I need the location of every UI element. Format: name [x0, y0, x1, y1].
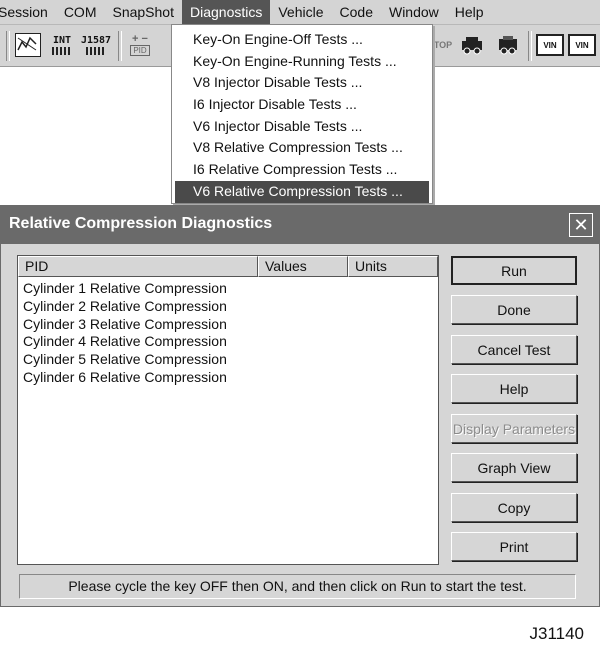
toolbar-separator [6, 31, 10, 61]
j1587-button[interactable]: J1587 [80, 31, 112, 59]
list-item[interactable]: Cylinder 3 Relative Compression [23, 316, 227, 334]
list-body: Cylinder 1 Relative Compression Cylinder… [23, 280, 227, 387]
menu-snapshot[interactable]: SnapShot [104, 0, 182, 24]
menu-item-i6-injector-disable[interactable]: I6 Injector Disable Tests ... [172, 94, 432, 116]
column-header-values[interactable]: Values [258, 256, 348, 277]
list-item[interactable]: Cylinder 5 Relative Compression [23, 351, 227, 369]
menu-item-v6-relative-compression[interactable]: V6 Relative Compression Tests ... [175, 180, 429, 203]
list-item[interactable]: Cylinder 6 Relative Compression [23, 369, 227, 387]
list-item[interactable]: Cylinder 1 Relative Compression [23, 280, 227, 298]
vehicle-test-button[interactable] [494, 31, 522, 59]
list-item[interactable]: Cylinder 2 Relative Compression [23, 298, 227, 316]
menu-item-v8-injector-disable[interactable]: V8 Injector Disable Tests ... [172, 72, 432, 94]
vin-read-button[interactable]: VIN [536, 31, 564, 59]
vin-write-button[interactable]: VIN [568, 31, 596, 59]
column-header-pid[interactable]: PID [18, 256, 258, 277]
vin-icon: VIN [536, 34, 564, 56]
column-header-units[interactable]: Units [348, 256, 438, 277]
int-icon-label: INT [52, 34, 72, 46]
toolbar-separator [528, 31, 532, 61]
dialog-title: Relative Compression Diagnostics [9, 215, 273, 232]
relative-compression-dialog: Relative Compression Diagnostics ✕ PID V… [0, 205, 600, 607]
list-item[interactable]: Cylinder 4 Relative Compression [23, 333, 227, 351]
menu-bar: Session COM SnapShot Diagnostics Vehicle… [0, 0, 600, 25]
cancel-test-button[interactable]: Cancel Test [451, 335, 577, 364]
vin-edit-icon: VIN [568, 34, 596, 56]
engine-icon [460, 35, 484, 55]
scope-button[interactable] [14, 31, 42, 59]
menu-window[interactable]: Window [381, 0, 447, 24]
menu-com[interactable]: COM [56, 0, 105, 24]
plus-minus-icon: + − [132, 33, 148, 45]
menu-item-koeo-tests[interactable]: Key-On Engine-Off Tests ... [172, 29, 432, 51]
status-bar: Please cycle the key OFF then ON, and th… [19, 574, 576, 599]
engine-test-button[interactable] [458, 31, 486, 59]
menu-code[interactable]: Code [332, 0, 381, 24]
dialog-title-bar[interactable]: Relative Compression Diagnostics ✕ [1, 206, 599, 244]
add-pid-button[interactable]: + − PID [126, 31, 154, 59]
done-button[interactable]: Done [451, 295, 577, 324]
copy-button[interactable]: Copy [451, 493, 577, 522]
int-icon: INT [52, 34, 72, 55]
menu-item-i6-relative-compression[interactable]: I6 Relative Compression Tests ... [172, 159, 432, 181]
menu-diagnostics[interactable]: Diagnostics [181, 0, 271, 24]
pid-icon-label: PID [130, 45, 150, 56]
pid-icon: + − PID [130, 33, 150, 56]
connector-pins [52, 46, 72, 55]
pid-list[interactable]: PID Values Units Cylinder 1 Relative Com… [17, 255, 439, 565]
run-button[interactable]: Run [451, 256, 577, 285]
menu-item-v8-relative-compression[interactable]: V8 Relative Compression Tests ... [172, 137, 432, 159]
display-parameters-button[interactable]: Display Parameters [451, 414, 577, 443]
list-header: PID Values Units [18, 256, 438, 277]
close-icon: ✕ [573, 215, 589, 235]
int-button[interactable]: INT [48, 31, 76, 59]
print-button[interactable]: Print [451, 532, 577, 561]
figure-code: J31140 [529, 624, 584, 643]
menu-session[interactable]: Session [0, 0, 56, 24]
j1587-icon: J1587 [80, 34, 112, 55]
menu-item-v6-injector-disable[interactable]: V6 Injector Disable Tests ... [172, 116, 432, 138]
graph-view-button[interactable]: Graph View [451, 453, 577, 482]
menu-item-koer-tests[interactable]: Key-On Engine-Running Tests ... [172, 51, 432, 73]
vehicle-icon [496, 35, 520, 55]
menu-help[interactable]: Help [447, 0, 492, 24]
connector-pins [86, 46, 106, 55]
diagnostics-menu: Key-On Engine-Off Tests ... Key-On Engin… [171, 24, 433, 204]
toolbar-separator [118, 31, 122, 61]
close-button[interactable]: ✕ [569, 213, 593, 237]
menu-vehicle[interactable]: Vehicle [270, 0, 331, 24]
help-button[interactable]: Help [451, 374, 577, 403]
scope-icon [15, 33, 41, 57]
j1587-icon-label: J1587 [80, 34, 112, 46]
